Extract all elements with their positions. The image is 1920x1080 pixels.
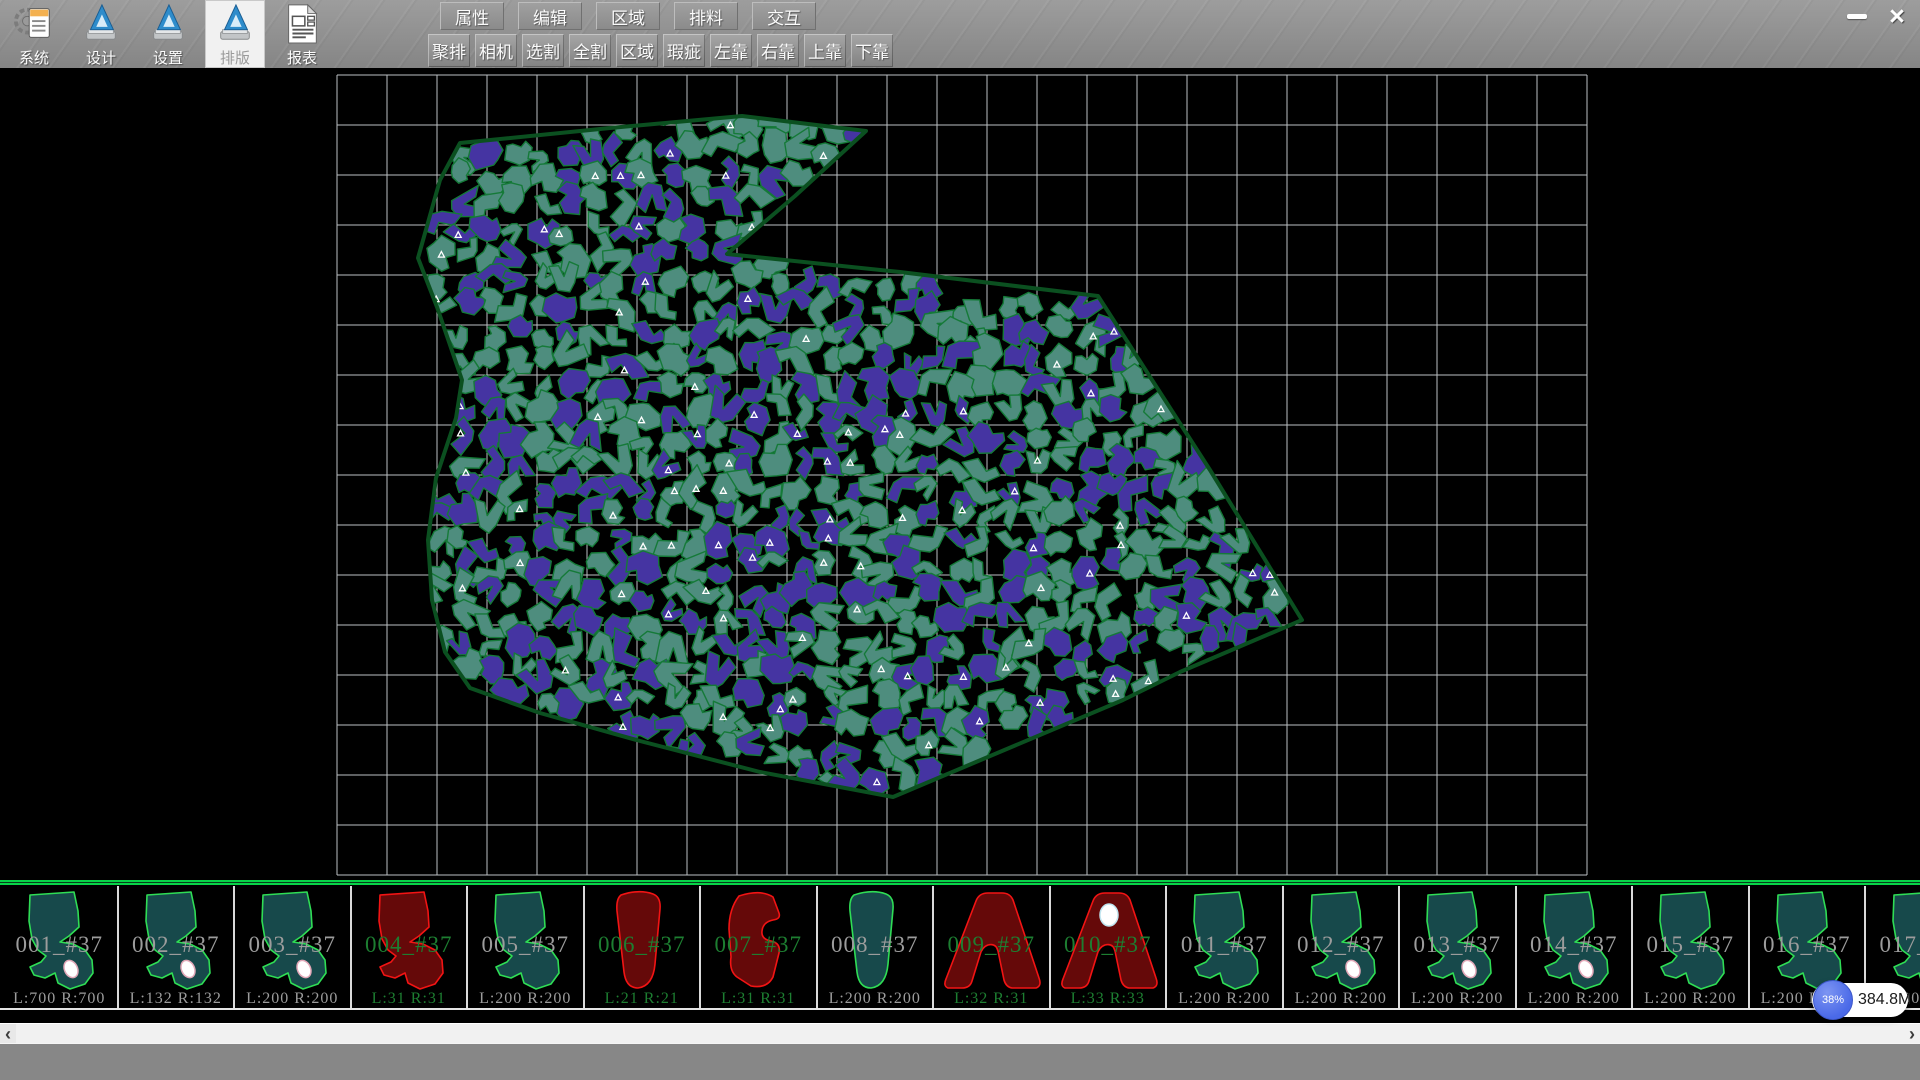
set-square-icon	[214, 2, 256, 46]
part-lr-count: L:200 R:200	[1517, 990, 1632, 1008]
horizontal-scrollbar[interactable]: ‹ ›	[0, 1023, 1920, 1043]
part-label: 013_#37	[1400, 932, 1515, 958]
part-lr-count: L:200 R:200	[1284, 990, 1399, 1008]
mode-button-2[interactable]: 设计	[71, 0, 131, 68]
mode-button-4[interactable]: 排版	[205, 0, 265, 68]
menu-button-4[interactable]: 排料	[674, 2, 738, 30]
tool-button-4[interactable]: 全割	[569, 34, 611, 67]
nest-svg	[0, 68, 1920, 880]
part-lr-count: L:200 R:200	[235, 990, 350, 1008]
part-label: 009_#37	[934, 932, 1049, 958]
part-label: 001_#37	[2, 932, 117, 958]
part-lr-count: L:31 R:31	[701, 990, 816, 1008]
part-lr-count: L:31 R:31	[352, 990, 467, 1008]
part-thumbnail-15[interactable]: 015_#37 L:200 R:200	[1633, 886, 1750, 1010]
toolbar: 系统设计设置排版报表 属性编辑区域排料交互 聚排相机选割全割区域瑕疵左靠右靠上靠…	[0, 0, 1920, 68]
menu-button-2[interactable]: 编辑	[518, 2, 582, 30]
part-label: 010_#37	[1051, 932, 1166, 958]
close-button[interactable]: ×	[1882, 4, 1912, 28]
mode-button-label: 设计	[86, 47, 116, 68]
part-thumbnail-9[interactable]: 009_#37 L:32 R:31	[934, 886, 1051, 1010]
mode-button-1[interactable]: 系统	[4, 0, 64, 68]
set-square-icon	[147, 2, 189, 46]
tool-button-6[interactable]: 瑕疵	[663, 34, 705, 67]
part-lr-count: L:21 R:21	[585, 990, 700, 1008]
part-lr-count: L:200 R:200	[1633, 990, 1748, 1008]
part-thumbnail-4[interactable]: 004_#37 L:31 R:31	[352, 886, 469, 1010]
part-thumbnail-12[interactable]: 012_#37 L:200 R:200	[1284, 886, 1401, 1010]
part-lr-count: L:132 R:132	[119, 990, 234, 1008]
part-lr-count: L:200 R:200	[1167, 990, 1282, 1008]
part-label: 012_#37	[1284, 932, 1399, 958]
part-label: 017_#37	[1866, 932, 1920, 958]
tool-button-7[interactable]: 左靠	[710, 34, 752, 67]
nested-pieces[interactable]	[416, 109, 1289, 797]
part-label: 002_#37	[119, 932, 234, 958]
part-lr-count: L:32 R:31	[934, 990, 1049, 1008]
tool-button-10[interactable]: 下靠	[851, 34, 893, 67]
mode-button-label: 报表	[287, 47, 317, 68]
report-icon	[281, 2, 323, 46]
tool-button-2[interactable]: 相机	[475, 34, 517, 67]
tool-button-1[interactable]: 聚排	[428, 34, 470, 67]
menu-bar: 属性编辑区域排料交互	[440, 2, 830, 31]
part-lr-count: L:200 R:200	[468, 990, 583, 1008]
mode-button-5[interactable]: 报表	[272, 0, 332, 68]
part-thumbnail-1[interactable]: 001_#37 L:700 R:700	[2, 886, 119, 1010]
part-label: 011_#37	[1167, 932, 1282, 958]
part-label: 015_#37	[1633, 932, 1748, 958]
menu-button-5[interactable]: 交互	[752, 2, 816, 30]
mode-button-label: 设置	[153, 47, 183, 68]
part-label: 004_#37	[352, 932, 467, 958]
part-label: 003_#37	[235, 932, 350, 958]
minimize-icon	[1847, 14, 1867, 19]
window-controls: ×	[1842, 4, 1912, 28]
minimize-button[interactable]	[1842, 4, 1872, 28]
part-label: 007_#37	[701, 932, 816, 958]
set-square-icon	[80, 2, 122, 46]
part-thumbnail-11[interactable]: 011_#37 L:200 R:200	[1167, 886, 1284, 1010]
scroll-left-arrow-icon[interactable]: ‹	[0, 1024, 16, 1044]
mode-button-label: 系统	[19, 47, 49, 68]
tool-button-8[interactable]: 右靠	[757, 34, 799, 67]
part-label: 005_#37	[468, 932, 583, 958]
part-label: 016_#37	[1750, 932, 1865, 958]
menu-button-1[interactable]: 属性	[440, 2, 504, 30]
memory-usage-badge: 38% 384.8M	[1812, 983, 1908, 1017]
menu-button-3[interactable]: 区域	[596, 2, 660, 30]
part-thumbnail-14[interactable]: 014_#37 L:200 R:200	[1517, 886, 1634, 1010]
mode-bar: 系统 设计 设置 排版 报表	[4, 0, 339, 68]
parts-list: 001_#37L:700 R:700002_#37L:132 R:132003_…	[0, 886, 1920, 1010]
mode-button-label: 排版	[220, 47, 250, 68]
status-bar	[0, 1043, 1920, 1080]
tool-button-5[interactable]: 区域	[616, 34, 658, 67]
part-thumbnail-10[interactable]: 010_#37 L:33 R:33	[1051, 886, 1168, 1010]
part-label: 008_#37	[818, 932, 933, 958]
nesting-canvas[interactable]	[0, 68, 1920, 880]
part-thumbnail-5[interactable]: 005_#37 L:200 R:200	[468, 886, 585, 1010]
memory-size-label: 384.8M	[1858, 983, 1911, 1017]
part-lr-count: L:33 R:33	[1051, 990, 1166, 1008]
part-thumbnail-2[interactable]: 002_#37 L:132 R:132	[119, 886, 236, 1010]
mode-button-3[interactable]: 设置	[138, 0, 198, 68]
part-thumbnail-6[interactable]: 006_#37 L:21 R:21	[585, 886, 702, 1010]
part-label: 014_#37	[1517, 932, 1632, 958]
part-thumbnail-7[interactable]: 007_#37 L:31 R:31	[701, 886, 818, 1010]
part-lr-count: L:200 R:200	[1400, 990, 1515, 1008]
part-lr-count: L:200 R:200	[818, 990, 933, 1008]
progress-circle: 38%	[1813, 980, 1853, 1020]
tool-button-9[interactable]: 上靠	[804, 34, 846, 67]
part-label: 006_#37	[585, 932, 700, 958]
application-window: 系统设计设置排版报表 属性编辑区域排料交互 聚排相机选割全割区域瑕疵左靠右靠上靠…	[0, 0, 1920, 1080]
part-thumbnail-8[interactable]: 008_#37 L:200 R:200	[818, 886, 935, 1010]
part-thumbnail-13[interactable]: 013_#37 L:200 R:200	[1400, 886, 1517, 1010]
part-thumbnail-3[interactable]: 003_#37 L:200 R:200	[235, 886, 352, 1010]
part-lr-count: L:700 R:700	[2, 990, 117, 1008]
gear-doc-icon	[13, 2, 55, 46]
parts-panel: 001_#37L:700 R:700002_#37L:132 R:132003_…	[0, 880, 1920, 1012]
scroll-right-arrow-icon[interactable]: ›	[1904, 1024, 1920, 1044]
tool-button-3[interactable]: 选割	[522, 34, 564, 67]
tool-bar: 聚排相机选割全割区域瑕疵左靠右靠上靠下靠	[428, 34, 898, 67]
